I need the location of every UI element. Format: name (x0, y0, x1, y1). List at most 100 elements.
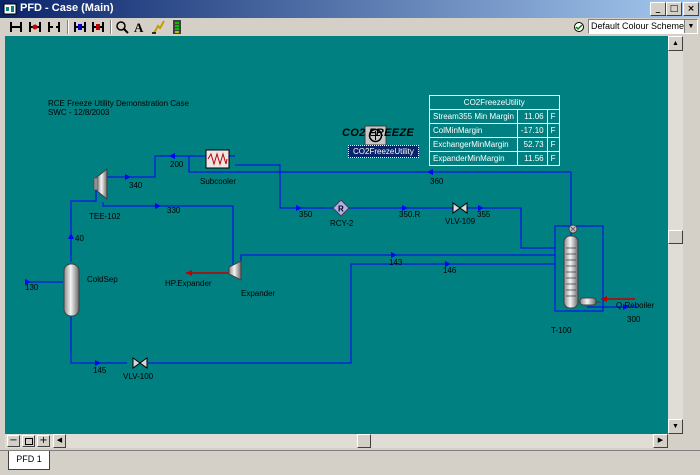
stream-340-line (107, 155, 205, 178)
rcy-2-label[interactable]: RCY-2 (330, 219, 353, 229)
t-100-unit (563, 224, 601, 309)
stream-40-line (70, 189, 97, 262)
scroll-down-button[interactable]: ▼ (668, 419, 683, 434)
stream-360-arrow (427, 169, 433, 175)
stream-145-label[interactable]: 145 (93, 366, 106, 376)
stream-350-line (235, 164, 333, 209)
stream-130-label[interactable]: 130 (25, 283, 38, 293)
t-100-label[interactable]: T-100 (551, 326, 571, 336)
pfd-window-icon (3, 3, 17, 15)
utility-row-unit: F (546, 151, 560, 166)
stream-145-line (70, 316, 127, 364)
size-icon (92, 22, 104, 32)
minimize-button[interactable]: _ (650, 2, 666, 16)
stream-143-label[interactable]: 143 (389, 258, 402, 268)
vlv-109-unit (452, 202, 468, 214)
vlv-100-unit (132, 357, 148, 369)
table-row: ExpanderMinMargin 11.56 F (429, 151, 560, 166)
chevron-down-icon[interactable]: ▼ (684, 20, 697, 33)
text-tool-button[interactable]: A (131, 19, 149, 35)
stream-330-label[interactable]: 330 (167, 206, 180, 216)
stream-330-arrow (155, 203, 161, 209)
attach-icon (29, 22, 41, 32)
tab-pfd-1[interactable]: PFD 1 (8, 451, 50, 470)
co2-freeze-utility-label[interactable]: CO2FreezeUtility (348, 145, 419, 158)
toolbar-separator (110, 20, 112, 34)
subcooler-unit (205, 149, 230, 169)
stream-350r-label[interactable]: 350.R (399, 210, 420, 220)
attach-tool-button[interactable] (27, 19, 45, 35)
utility-row-name: ColMinMargin (429, 123, 518, 138)
utility-table-title: CO2FreezeUtility (429, 95, 560, 110)
utility-row-value: 11.56 (516, 151, 548, 166)
utility-row-name: ExpanderMinMargin (429, 151, 518, 166)
colour-scheme-select[interactable]: Default Colour Scheme ▼ (588, 19, 698, 34)
utility-row-value: 11.06 (516, 109, 548, 124)
svg-text:R: R (338, 205, 344, 214)
zoom-button[interactable] (113, 19, 131, 35)
zoom-fit-button[interactable] (22, 435, 35, 447)
scroll-up-button[interactable]: ▲ (668, 36, 683, 51)
utility-row-value: 52.73 (516, 137, 548, 152)
stream-40-label[interactable]: 40 (75, 234, 84, 244)
highlight-icon (152, 20, 165, 34)
window-title-bar[interactable]: PFD - Case (Main) _ □ × (0, 0, 700, 18)
highlight-button[interactable] (149, 19, 167, 35)
coldsep-unit (63, 263, 80, 317)
horizontal-scroll-thumb[interactable] (357, 434, 371, 448)
palette-button[interactable] (168, 19, 186, 35)
fit-icon (24, 438, 33, 445)
utility-row-name: Stream355 Min Margin (429, 109, 518, 124)
table-row: ColMinMargin -17.10 F (429, 123, 560, 138)
stream-200-label[interactable]: 200 (170, 160, 183, 170)
maximize-button[interactable]: □ (666, 2, 682, 16)
stream-350-label[interactable]: 350 (299, 210, 312, 220)
rcy-2-unit: R (332, 199, 350, 217)
utility-row-unit: F (546, 137, 560, 152)
scroll-left-button[interactable]: ◀ (53, 434, 66, 448)
q-reboiler-energy-arrow (601, 296, 607, 302)
stream-340-label[interactable]: 340 (129, 181, 142, 191)
auto-position-button[interactable] (72, 19, 90, 35)
zoom-in-button[interactable]: + (37, 435, 50, 447)
q-reboiler-label[interactable]: Q.Reboiler (616, 301, 654, 311)
break-tool-button[interactable] (46, 19, 64, 35)
stream-200-arrow (169, 153, 175, 159)
t100-frame-line (554, 225, 604, 312)
tee-102-label[interactable]: TEE-102 (89, 212, 121, 222)
case-subtitle: SWC - 12/8/2003 (48, 108, 110, 117)
pfd-canvas[interactable]: R RCE Freeze Utility Demonstration Case … (5, 36, 668, 434)
hp-expander-energy-arrow (186, 270, 192, 276)
scroll-right-button[interactable]: ▶ (653, 434, 668, 448)
zoom-out-button[interactable]: − (7, 435, 20, 447)
close-button[interactable]: × (683, 2, 699, 16)
table-row: ExchangerMinMargin 52.73 F (429, 137, 560, 152)
colour-scheme-value: Default Colour Scheme (591, 21, 685, 31)
stream-355-label[interactable]: 355 (477, 210, 490, 220)
toolbar-separator (67, 20, 69, 34)
stream-360-label[interactable]: 360 (430, 177, 443, 187)
coldsep-label[interactable]: ColdSep (87, 275, 118, 285)
select-icon (10, 22, 22, 32)
scheme-icon (574, 22, 584, 32)
expander-label[interactable]: Expander (241, 289, 275, 299)
svg-text:A: A (134, 20, 144, 35)
select-tool-button[interactable] (8, 19, 26, 35)
palette-icon (173, 20, 181, 34)
stream-146-label[interactable]: 146 (443, 266, 456, 276)
horizontal-scrollbar[interactable] (5, 434, 668, 448)
stream-340-arrow (125, 174, 131, 180)
hp-expander-label[interactable]: HP.Expander (165, 279, 212, 289)
stream-300-label[interactable]: 300 (627, 315, 640, 325)
table-row: Stream355 Min Margin 11.06 F (429, 109, 560, 124)
subcooler-label[interactable]: Subcooler (200, 177, 236, 187)
vlv-109-label[interactable]: VLV-109 (445, 217, 475, 227)
co2-freeze-utility-table[interactable]: CO2FreezeUtility Stream355 Min Margin 11… (429, 95, 560, 166)
size-mode-button[interactable] (90, 19, 108, 35)
pfd-tab-strip: PFD 1 (0, 450, 700, 475)
vlv-100-label[interactable]: VLV-100 (123, 372, 153, 382)
break-icon (48, 22, 60, 32)
vertical-scroll-thumb[interactable] (668, 230, 683, 244)
text-icon: A (134, 20, 144, 35)
scroll-corner (668, 434, 683, 448)
